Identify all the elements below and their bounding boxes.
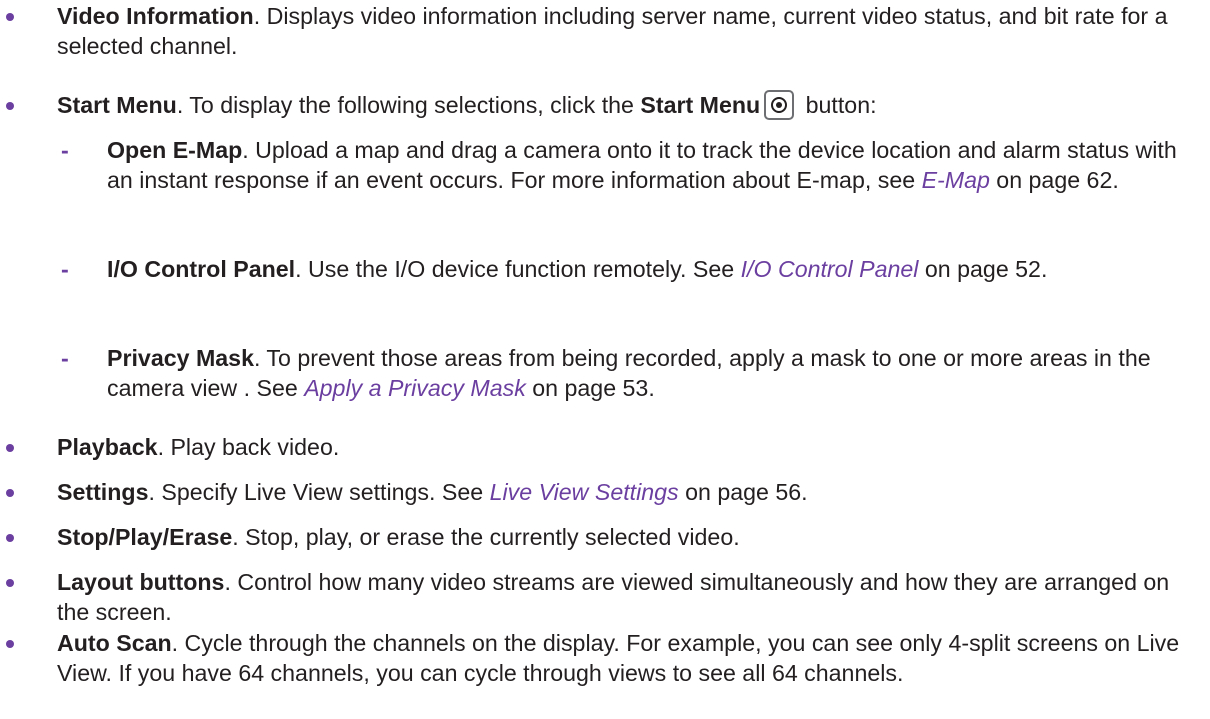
term-video-information: Video Information xyxy=(57,3,254,29)
item-description: . To display the following selections, c… xyxy=(176,92,641,118)
term-privacy-mask: Privacy Mask xyxy=(107,345,254,371)
list-item-video-information: Video Information. Displays video inform… xyxy=(6,1,1202,61)
bullet-icon xyxy=(6,489,14,497)
item-description: . Specify Live View settings. See xyxy=(148,479,490,505)
sub-item-privacy-mask: - Privacy Mask. To prevent those areas f… xyxy=(61,343,1202,403)
start-menu-button-name: Start Menu xyxy=(640,92,761,118)
item-description: . Stop, play, or erase the currently sel… xyxy=(232,524,740,550)
list-item-start-menu: Start Menu. To display the following sel… xyxy=(6,90,1202,120)
record-button-icon xyxy=(764,90,795,120)
list-item-settings: Settings. Specify Live View settings. Se… xyxy=(6,477,1202,507)
record-ring xyxy=(771,97,788,113)
bullet-icon xyxy=(6,640,14,648)
link-live-view-settings[interactable]: Live View Settings xyxy=(490,479,679,505)
item-description: . Play back video. xyxy=(157,434,340,460)
dash-marker: - xyxy=(61,345,69,371)
bullet-icon xyxy=(6,13,14,21)
item-description: . Use the I/O device function remotely. … xyxy=(295,256,741,282)
item-description-tail: button: xyxy=(799,92,877,118)
bullet-icon xyxy=(6,579,14,587)
page-reference: on page 62. xyxy=(989,167,1119,193)
sub-item-io-control-panel: - I/O Control Panel. Use the I/O device … xyxy=(61,254,1202,284)
list-item-auto-scan: Auto Scan. Cycle through the channels on… xyxy=(6,628,1202,688)
item-description: . Control how many video streams are vie… xyxy=(57,569,1170,625)
list-item-layout-buttons: Layout buttons. Control how many video s… xyxy=(6,567,1202,627)
dash-marker: - xyxy=(61,137,69,163)
dash-marker: - xyxy=(61,256,69,282)
term-stop-play-erase: Stop/Play/Erase xyxy=(57,524,233,550)
link-apply-privacy-mask[interactable]: Apply a Privacy Mask xyxy=(304,375,526,401)
record-dot xyxy=(776,102,783,108)
sub-item-open-e-map: - Open E-Map. Upload a map and drag a ca… xyxy=(61,135,1202,195)
list-item-playback: Playback. Play back video. xyxy=(6,432,1202,462)
term-auto-scan: Auto Scan xyxy=(57,630,172,656)
bullet-icon xyxy=(6,444,14,452)
document-page: Video Information. Displays video inform… xyxy=(0,0,1210,719)
bullet-icon xyxy=(6,102,14,110)
term-open-e-map: Open E-Map xyxy=(107,137,243,163)
term-start-menu: Start Menu xyxy=(57,92,177,118)
item-description: . Cycle through the channels on the disp… xyxy=(57,630,1180,686)
term-io-control-panel: I/O Control Panel xyxy=(107,256,296,282)
term-layout-buttons: Layout buttons xyxy=(57,569,225,595)
term-playback: Playback xyxy=(57,434,158,460)
link-io-control-panel[interactable]: I/O Control Panel xyxy=(741,256,919,282)
term-settings: Settings xyxy=(57,479,149,505)
page-reference: on page 56. xyxy=(678,479,808,505)
page-reference: on page 52. xyxy=(918,256,1048,282)
bullet-icon xyxy=(6,534,14,542)
list-item-stop-play-erase: Stop/Play/Erase. Stop, play, or erase th… xyxy=(6,522,1202,552)
link-e-map[interactable]: E-Map xyxy=(922,167,990,193)
page-reference: on page 53. xyxy=(525,375,655,401)
